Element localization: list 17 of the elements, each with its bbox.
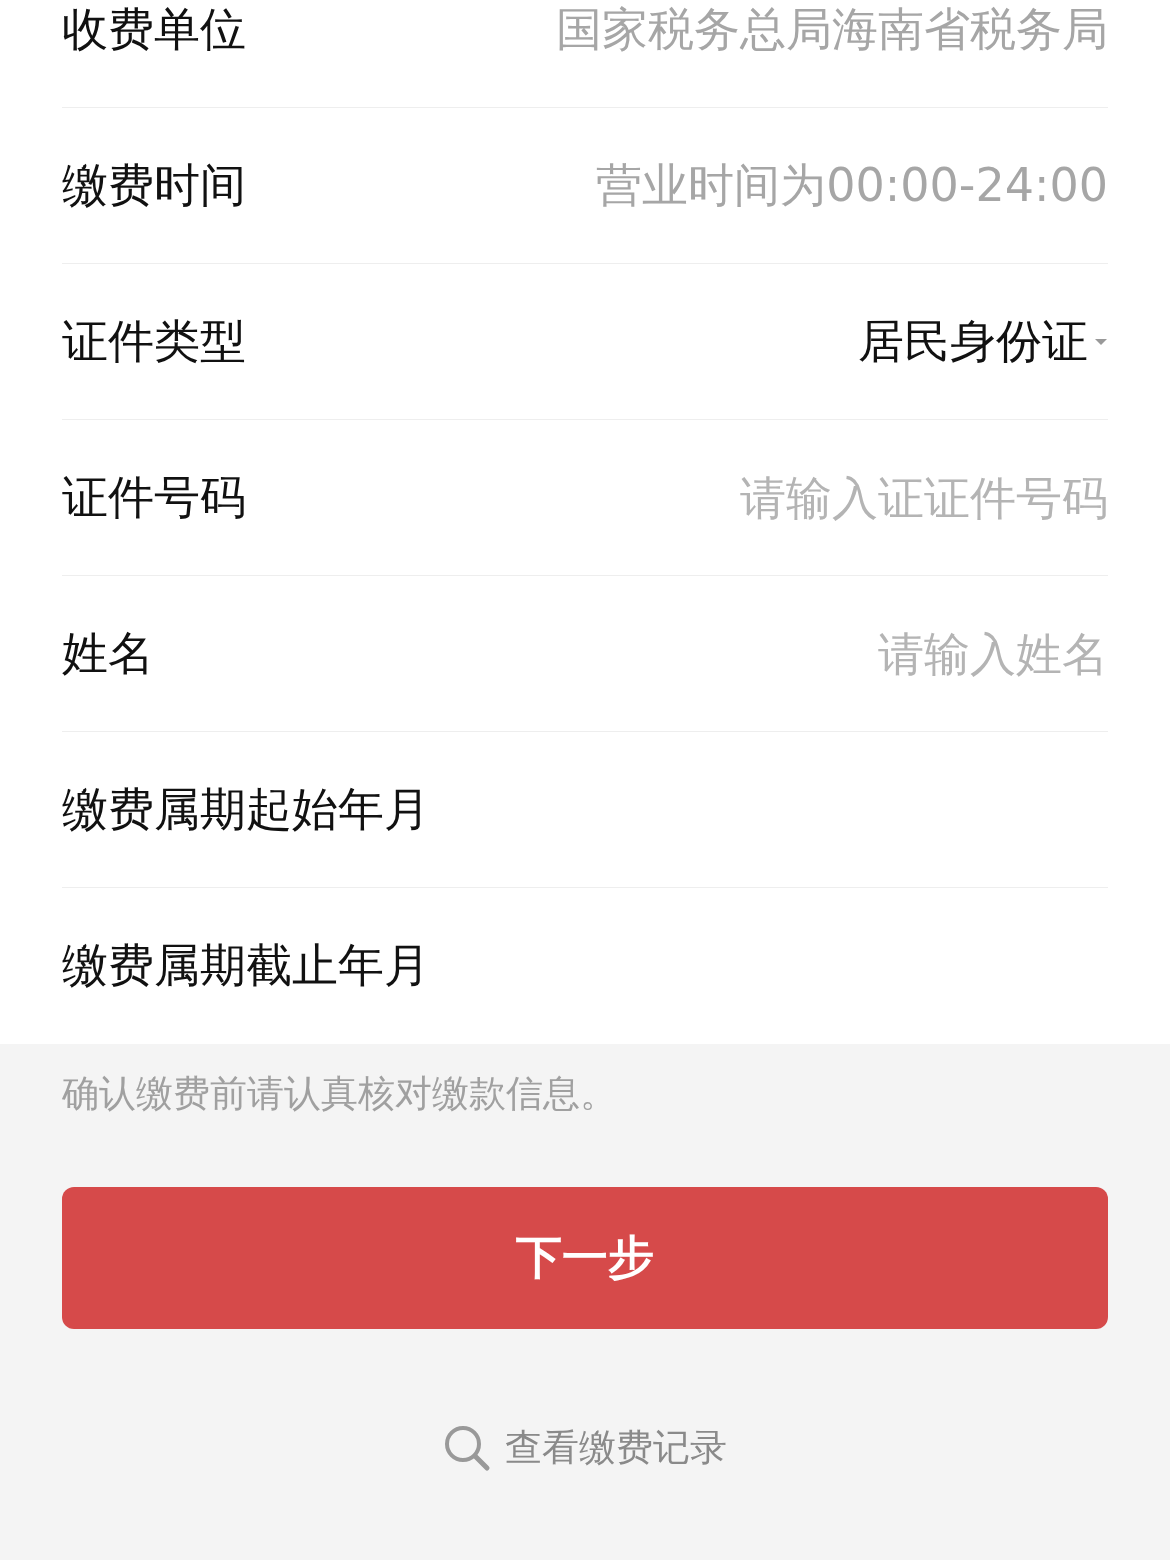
search-icon — [443, 1424, 491, 1472]
field-value: 营业时间为00:00-24:00 — [596, 156, 1108, 214]
input-field[interactable]: 请输入证证件号码 — [286, 467, 1108, 528]
caret-icon — [1094, 337, 1108, 346]
next-button[interactable]: 下一步 — [62, 1187, 1108, 1329]
field-value: 国家税务总局海南省税务局 — [556, 0, 1108, 58]
field-label: 缴费属期截止年月 — [62, 937, 430, 994]
field-label: 证件类型 — [62, 312, 246, 370]
field-label: 证件号码 — [62, 468, 246, 526]
id-type-select[interactable]: 居民身份证 — [858, 310, 1108, 373]
field-label: 缴费时间 — [62, 156, 246, 214]
field-label: 缴费属期起始年月 — [62, 780, 430, 838]
notice-text: 确认缴费前请认真核对缴款信息。 — [62, 1071, 618, 1117]
history-link[interactable]: 查看缴费记录 — [443, 1423, 727, 1473]
field-label: 收费单位 — [62, 0, 246, 58]
field-label: 姓名 — [62, 624, 154, 682]
input-field[interactable]: 请输入姓名 — [194, 623, 1108, 684]
